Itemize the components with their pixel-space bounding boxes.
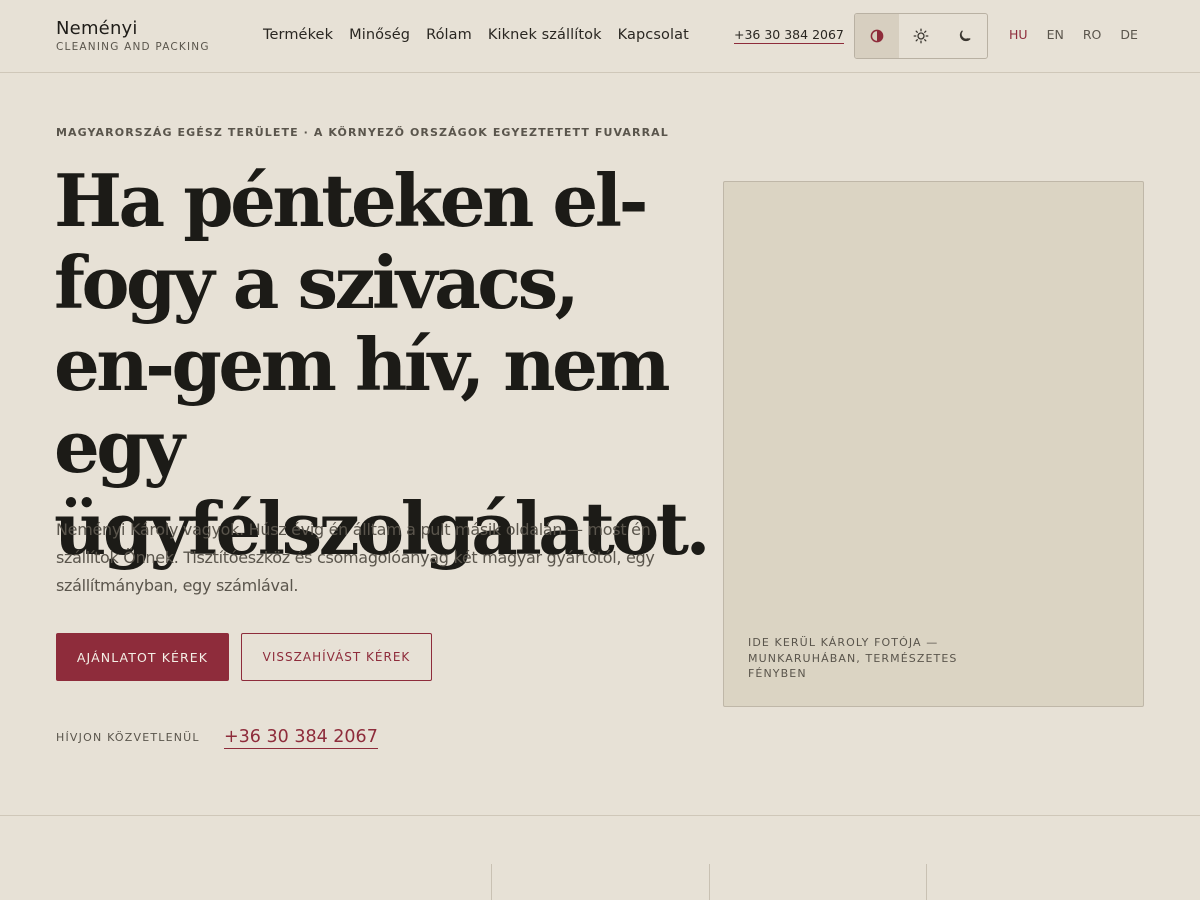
theme-light-button[interactable] [899, 14, 943, 58]
lang-ro[interactable]: RO [1083, 27, 1102, 42]
hero-headline: Ha pénteken el-fogy a szivacs, en-gem hí… [54, 158, 711, 571]
hero-lead: Neményi Károly vagyok. Húsz évig én állt… [56, 520, 655, 595]
brand[interactable]: Neményi CLEANING AND PACKING [56, 18, 210, 53]
request-quote-button[interactable]: AJÁNLATOT KÉREK [56, 633, 229, 681]
site-header: Neményi CLEANING AND PACKING Termékek Mi… [0, 0, 1200, 73]
moon-icon [959, 30, 971, 42]
contrast-icon [870, 29, 884, 43]
photo-caption: IDE KERÜL KÁROLY FOTÓJA — MUNKARUHÁBAN, … [748, 636, 958, 680]
lang-hu[interactable]: HU [1009, 27, 1028, 42]
theme-switcher [854, 13, 988, 59]
nav-item-termekek[interactable]: Termékek [263, 27, 333, 43]
portrait-photo-placeholder: IDE KERÜL KÁROLY FOTÓJA — MUNKARUHÁBAN, … [723, 181, 1144, 707]
column-divider [491, 864, 492, 900]
lang-en[interactable]: EN [1047, 27, 1064, 42]
column-divider [926, 864, 927, 900]
section-divider [0, 815, 1200, 816]
nav-item-kapcsolat[interactable]: Kapcsolat [618, 27, 689, 43]
nav-item-rolam[interactable]: Rólam [426, 27, 472, 43]
header-phone-link[interactable]: +36 30 384 2067 [734, 27, 844, 44]
main-nav: Termékek Minőség Rólam Kiknek szállítok … [263, 27, 689, 43]
language-switcher: HU EN RO DE [1009, 27, 1138, 42]
column-divider [709, 864, 710, 900]
request-callback-button[interactable]: VISSZAHÍVÁST KÉREK [241, 633, 432, 681]
call-direct-label: HÍVJON KÖZVETLENÜL [56, 731, 200, 744]
theme-dark-button[interactable] [943, 14, 987, 58]
call-direct-phone-link[interactable]: +36 30 384 2067 [224, 726, 378, 749]
brand-name: Neményi [56, 18, 138, 39]
nav-item-kiknek-szallitok[interactable]: Kiknek szállítok [488, 27, 602, 43]
hero-kicker: MAGYARORSZÁG EGÉSZ TERÜLETE · A KÖRNYEZŐ… [56, 126, 669, 139]
sun-icon [913, 28, 929, 44]
lang-de[interactable]: DE [1120, 27, 1138, 42]
theme-auto-button[interactable] [855, 14, 899, 58]
brand-tagline: CLEANING AND PACKING [56, 41, 210, 53]
nav-item-minoseg[interactable]: Minőség [349, 27, 410, 43]
